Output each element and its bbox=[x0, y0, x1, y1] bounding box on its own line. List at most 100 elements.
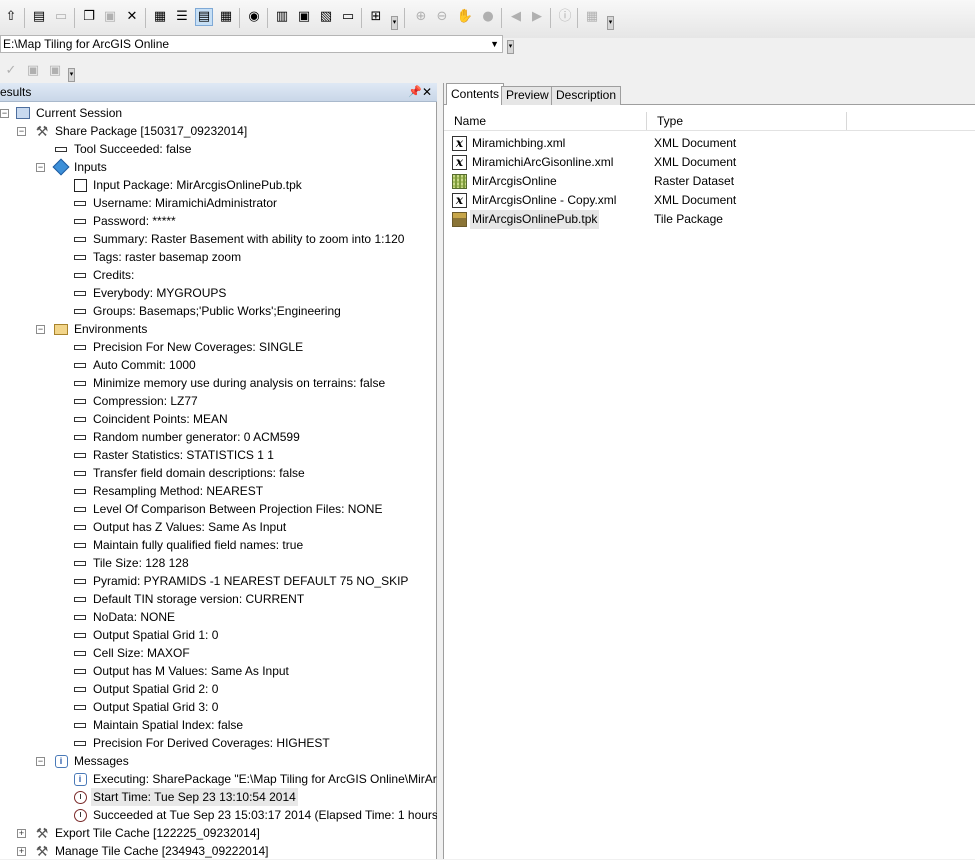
location-combobox[interactable]: E:\Map Tiling for ArcGIS Online ▼ bbox=[0, 35, 503, 53]
tree-row[interactable]: Coincident Points: MEAN bbox=[0, 410, 437, 428]
collapse-icon[interactable]: − bbox=[36, 325, 45, 334]
tree-row[interactable]: Username: MiramichiAdministrator bbox=[0, 194, 437, 212]
search-window-icon[interactable]: ▣ bbox=[295, 8, 313, 26]
toolbar-options-icon[interactable]: ▾ bbox=[391, 16, 398, 30]
up-folder-icon[interactable]: ⇧ bbox=[2, 8, 20, 26]
launch-arcmap-icon[interactable]: ◉ bbox=[245, 8, 263, 26]
parameter-icon bbox=[72, 465, 88, 481]
tree-row[interactable]: Output Spatial Grid 2: 0 bbox=[0, 680, 437, 698]
close-icon[interactable]: ✕ bbox=[422, 83, 432, 101]
file-row[interactable]: x MiramichiArcGisonline.xml XML Document bbox=[452, 153, 952, 172]
pan-icon[interactable]: ✋ bbox=[456, 8, 474, 26]
tree-row[interactable]: Everybody: MYGROUPS bbox=[0, 284, 437, 302]
tree-row[interactable]: i Executing: SharePackage "E:\Map Tiling … bbox=[0, 770, 443, 788]
collapse-icon[interactable]: − bbox=[36, 163, 45, 172]
full-extent-icon[interactable]: ● bbox=[479, 8, 497, 26]
tree-row[interactable]: Maintain Spatial Index: false bbox=[0, 716, 437, 734]
toolbar-options-icon[interactable]: ▾ bbox=[607, 16, 614, 30]
file-row[interactable]: x MirArcgisOnline - Copy.xml XML Document bbox=[452, 191, 952, 210]
tree-row[interactable]: Tile Size: 128 128 bbox=[0, 554, 437, 572]
tree-row[interactable]: − Environments bbox=[0, 320, 437, 338]
tree-row[interactable]: − Current Session bbox=[0, 104, 437, 122]
python-window-icon[interactable]: ▭ bbox=[339, 8, 357, 26]
tree-row[interactable]: + ⚒ Manage Tile Cache [234943_09222014] bbox=[0, 842, 437, 860]
tree-row[interactable]: Summary: Raster Basement with ability to… bbox=[0, 230, 437, 248]
expand-icon[interactable]: + bbox=[17, 829, 26, 838]
tree-row[interactable]: Cell Size: MAXOF bbox=[0, 644, 437, 662]
tree-row[interactable]: Precision For Derived Coverages: HIGHEST bbox=[0, 734, 437, 752]
export-metadata-icon[interactable]: ▣ bbox=[46, 62, 64, 80]
main-toolbar: ⇧ ▤ ▭ ❐ ▣ ✕ ▦ ☰ ▤ ▦ ◉ ▥ ▣ ▧ ▭ ⊞ ⊕ ⊖ ✋ ● ◀ ▶ ⓘ ▦ ▾ ▾ bbox=[0, 0, 975, 38]
collapse-icon[interactable]: − bbox=[17, 127, 26, 136]
identify-icon[interactable]: ⓘ bbox=[556, 8, 574, 26]
toolbar-options-icon[interactable]: ▾ bbox=[507, 40, 514, 54]
zoom-in-icon[interactable]: ⊕ bbox=[412, 8, 430, 26]
tree-row[interactable]: − i Messages bbox=[0, 752, 437, 770]
create-thumbnail-icon[interactable]: ▦ bbox=[583, 8, 601, 26]
file-row[interactable]: MirArcgisOnlinePub.tpk Tile Package bbox=[452, 210, 952, 229]
chevron-down-icon[interactable]: ▼ bbox=[490, 36, 499, 52]
file-row[interactable]: x Miramichbing.xml XML Document bbox=[452, 134, 952, 153]
import-metadata-icon[interactable]: ▣ bbox=[24, 62, 42, 80]
parameter-icon bbox=[72, 213, 88, 229]
tree-row[interactable]: Auto Commit: 1000 bbox=[0, 356, 437, 374]
tree-row[interactable]: Start Time: Tue Sep 23 13:10:54 2014 bbox=[0, 788, 437, 806]
forward-icon[interactable]: ▶ bbox=[528, 8, 546, 26]
tree-row[interactable]: Output Spatial Grid 1: 0 bbox=[0, 626, 437, 644]
paste-icon[interactable]: ▣ bbox=[101, 8, 119, 26]
tree-row[interactable]: Input Package: MirArcgisOnlinePub.tpk bbox=[0, 176, 437, 194]
zoom-out-icon[interactable]: ⊖ bbox=[433, 8, 451, 26]
tree-row[interactable]: Minimize memory use during analysis on t… bbox=[0, 374, 437, 392]
arctoolbox-icon[interactable]: ▧ bbox=[317, 8, 335, 26]
tree-row[interactable]: − ⚒ Share Package [150317_09232014] bbox=[0, 122, 437, 140]
tab-preview[interactable]: Preview bbox=[501, 86, 554, 105]
modelbuilder-icon[interactable]: ⊞ bbox=[367, 8, 385, 26]
tab-description[interactable]: Description bbox=[551, 86, 622, 105]
delete-icon[interactable]: ✕ bbox=[123, 8, 141, 26]
tree-row[interactable]: Pyramid: PYRAMIDS -1 NEAREST DEFAULT 75 … bbox=[0, 572, 437, 590]
tree-row[interactable]: NoData: NONE bbox=[0, 608, 437, 626]
disconnect-folder-icon[interactable]: ▭ bbox=[52, 8, 70, 26]
tree-row[interactable]: − Inputs bbox=[0, 158, 437, 176]
expand-icon[interactable]: + bbox=[17, 847, 26, 856]
tree-row[interactable]: Succeeded at Tue Sep 23 15:03:17 2014 (E… bbox=[0, 806, 468, 824]
connect-folder-icon[interactable]: ▤ bbox=[30, 8, 48, 26]
tree-row[interactable]: Raster Statistics: STATISTICS 1 1 bbox=[0, 446, 437, 464]
copy-icon[interactable]: ❐ bbox=[80, 8, 98, 26]
tree-row[interactable]: Output has Z Values: Same As Input bbox=[0, 518, 437, 536]
tree-row[interactable]: Password: ***** bbox=[0, 212, 437, 230]
tree-row[interactable]: Compression: LZ77 bbox=[0, 392, 437, 410]
tree-row[interactable]: Random number generator: 0 ACM599 bbox=[0, 428, 437, 446]
thumbnails-view-icon[interactable]: ▦ bbox=[217, 8, 235, 26]
tree-row[interactable]: Output has M Values: Same As Input bbox=[0, 662, 437, 680]
file-row[interactable]: MirArcgisOnline Raster Dataset bbox=[452, 172, 952, 191]
tree-row[interactable]: Tool Succeeded: false bbox=[0, 140, 437, 158]
details-view-icon[interactable]: ▤ bbox=[195, 8, 213, 26]
large-icons-view-icon[interactable]: ▦ bbox=[151, 8, 169, 26]
column-header-name[interactable]: Name bbox=[444, 112, 647, 130]
tree-row[interactable]: Level Of Comparison Between Projection F… bbox=[0, 500, 437, 518]
parameter-icon bbox=[72, 717, 88, 733]
collapse-icon[interactable]: − bbox=[36, 757, 45, 766]
tree-row-label: Username: MiramichiAdministrator bbox=[93, 196, 278, 210]
tab-contents[interactable]: Contents bbox=[446, 83, 505, 105]
tree-row[interactable]: Groups: Basemaps;'Public Works';Engineer… bbox=[0, 302, 437, 320]
pin-icon[interactable]: 📌 bbox=[408, 83, 422, 101]
list-view-icon[interactable]: ☰ bbox=[173, 8, 191, 26]
tree-row[interactable]: Transfer field domain descriptions: fals… bbox=[0, 464, 437, 482]
tree-row[interactable]: Precision For New Coverages: SINGLE bbox=[0, 338, 437, 356]
tree-row[interactable]: Credits: bbox=[0, 266, 437, 284]
collapse-icon[interactable]: − bbox=[0, 109, 9, 118]
column-header-type[interactable]: Type bbox=[647, 112, 847, 130]
tree-row[interactable]: Output Spatial Grid 3: 0 bbox=[0, 698, 437, 716]
back-icon[interactable]: ◀ bbox=[507, 8, 525, 26]
edit-metadata-icon[interactable]: ✓ bbox=[2, 62, 20, 80]
tree-row[interactable]: Maintain fully qualified field names: tr… bbox=[0, 536, 437, 554]
toolbar-options-icon[interactable]: ▾ bbox=[68, 68, 75, 82]
tree-row[interactable]: Resampling Method: NEAREST bbox=[0, 482, 437, 500]
tree-row-label: Input Package: MirArcgisOnlinePub.tpk bbox=[93, 178, 302, 192]
tree-row[interactable]: Tags: raster basemap zoom bbox=[0, 248, 437, 266]
tree-row[interactable]: + ⚒ Export Tile Cache [122225_09232014] bbox=[0, 824, 437, 842]
catalog-tree-icon[interactable]: ▥ bbox=[273, 8, 291, 26]
tree-row[interactable]: Default TIN storage version: CURRENT bbox=[0, 590, 437, 608]
